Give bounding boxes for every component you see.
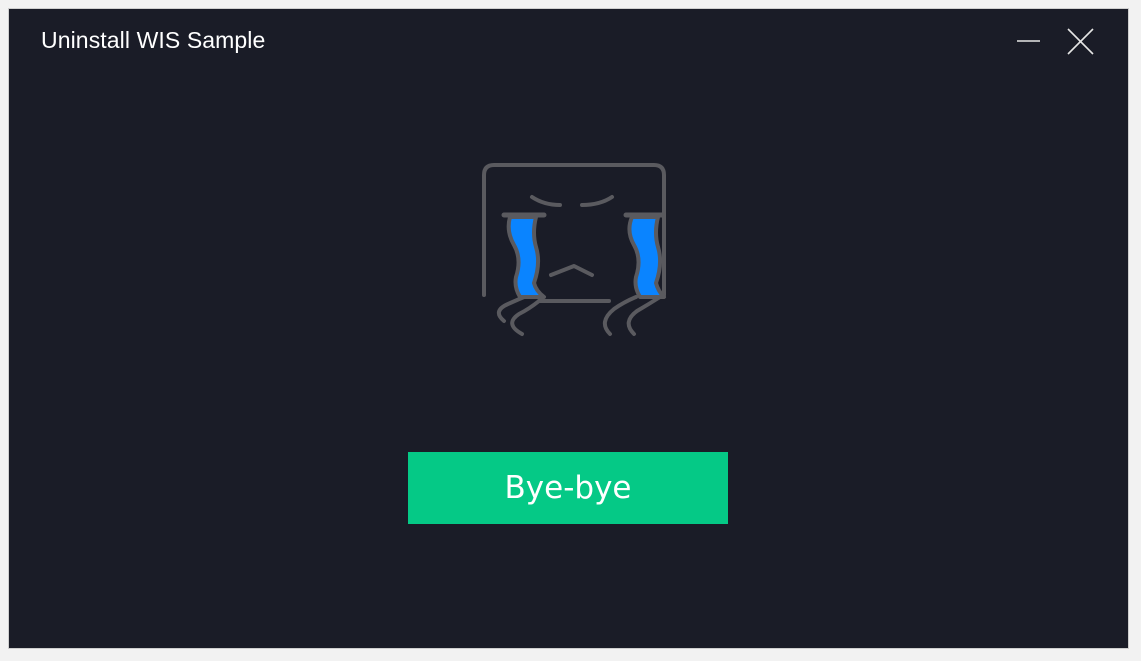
window-title: Uninstall WIS Sample xyxy=(41,27,266,53)
crying-face-icon xyxy=(482,163,666,336)
uninstall-window: Uninstall WIS Sample Bye-bye xyxy=(8,8,1129,649)
bye-bye-button[interactable]: Bye-bye xyxy=(408,452,728,524)
close-icon xyxy=(1067,28,1094,55)
close-button[interactable] xyxy=(1061,23,1101,63)
minimize-icon xyxy=(1017,40,1040,42)
minimize-button[interactable] xyxy=(1009,23,1049,63)
crying-face-illustration xyxy=(464,159,674,349)
